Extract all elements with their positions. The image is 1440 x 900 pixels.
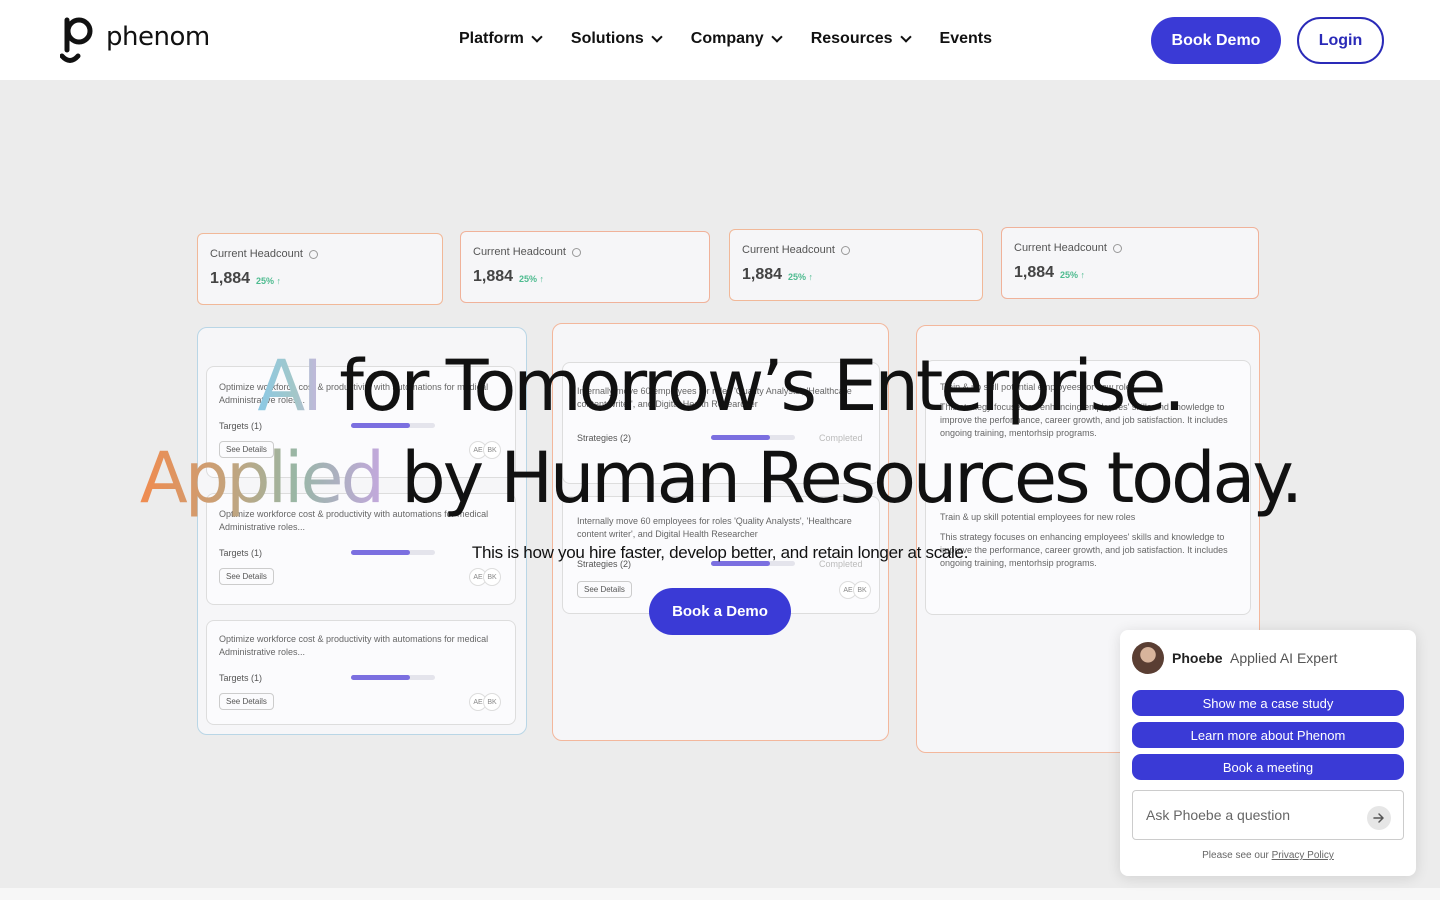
chat-agent-role: Applied AI Expert bbox=[1230, 650, 1338, 666]
chevron-down-icon bbox=[531, 31, 543, 43]
headcount-card: Current Headcount 1,884 25% ↑ bbox=[729, 229, 983, 301]
phoebe-avatar bbox=[1132, 642, 1164, 674]
chat-option-book-meeting[interactable]: Book a meeting bbox=[1132, 754, 1404, 780]
chat-option-learn-more[interactable]: Learn more about Phenom bbox=[1132, 722, 1404, 748]
target-progress bbox=[351, 675, 435, 680]
book-demo-button[interactable]: Book Demo bbox=[1151, 17, 1281, 64]
info-icon bbox=[840, 245, 850, 255]
chat-footer-text: Please see our bbox=[1202, 850, 1272, 861]
menu-company[interactable]: Company bbox=[690, 30, 783, 48]
menu-resources[interactable]: Resources bbox=[810, 30, 912, 48]
chat-option-case-study[interactable]: Show me a case study bbox=[1132, 690, 1404, 716]
chat-agent-name: Phoebe bbox=[1172, 650, 1223, 666]
avatar: BK bbox=[853, 581, 871, 599]
menu-platform[interactable]: Platform bbox=[459, 30, 543, 48]
headcount-change: 25% ↑ bbox=[519, 274, 545, 284]
avatar: BK bbox=[483, 568, 501, 586]
headline-line-2-text: by Human Resources today. bbox=[382, 437, 1303, 519]
info-icon bbox=[308, 249, 318, 259]
headcount-change: 25% ↑ bbox=[256, 276, 282, 286]
headcount-label-text: Current Headcount bbox=[1014, 242, 1107, 254]
hero-headline: AI for Tomorrow’s Enterprise. Applied by… bbox=[0, 340, 1440, 524]
target-item: Optimize workforce cost & productivity w… bbox=[206, 620, 516, 725]
headcount-value: 1,884 bbox=[210, 270, 251, 287]
headcount-label-text: Current Headcount bbox=[210, 248, 303, 260]
headline-line-1-text: for Tomorrow’s Enterprise. bbox=[319, 345, 1185, 427]
logo-text: phenom bbox=[106, 22, 210, 52]
phenom-logo-icon bbox=[60, 17, 93, 63]
chat-input-placeholder: Ask Phoebe a question bbox=[1146, 807, 1290, 823]
headcount-label: Current Headcount bbox=[742, 244, 850, 256]
headcount-change: 25% ↑ bbox=[1060, 270, 1086, 280]
assignee-avatars: AE BK bbox=[469, 568, 501, 586]
headcount-label: Current Headcount bbox=[473, 246, 581, 258]
see-details-button[interactable]: See Details bbox=[577, 581, 632, 598]
headcount-label-text: Current Headcount bbox=[473, 246, 566, 258]
headcount-value: 1,884 bbox=[742, 266, 783, 283]
info-icon bbox=[571, 247, 581, 257]
headcount-value: 1,884 bbox=[1014, 264, 1055, 281]
hero-subline: This is how you hire faster, develop bet… bbox=[471, 543, 969, 562]
see-details-button[interactable]: See Details bbox=[219, 693, 274, 710]
menu-events[interactable]: Events bbox=[940, 30, 992, 48]
headcount-card: Current Headcount 1,884 25% ↑ bbox=[1001, 227, 1259, 299]
chat-widget: Phoebe Applied AI Expert Show me a case … bbox=[1120, 630, 1416, 876]
chevron-down-icon bbox=[899, 31, 912, 43]
phenom-logo[interactable]: phenom bbox=[60, 16, 210, 64]
menu-company-label: Company bbox=[690, 30, 764, 47]
send-arrow-icon[interactable] bbox=[1367, 806, 1391, 830]
see-details-button[interactable]: See Details bbox=[219, 568, 274, 585]
headline-line-2: Applied by Human Resources today. bbox=[0, 432, 1440, 524]
menu-platform-label: Platform bbox=[459, 30, 524, 47]
top-nav: phenom Platform Solutions Company Resour… bbox=[0, 0, 1440, 80]
info-icon bbox=[1112, 243, 1122, 253]
book-a-demo-button[interactable]: Book a Demo bbox=[649, 588, 791, 635]
headcount-label: Current Headcount bbox=[1014, 242, 1122, 254]
target-description: Optimize workforce cost & productivity w… bbox=[219, 634, 489, 657]
chevron-down-icon bbox=[771, 31, 783, 43]
assignee-avatars: AE BK bbox=[839, 581, 871, 599]
chat-footer: Please see our Privacy Policy bbox=[1120, 850, 1416, 861]
page-bottom-strip bbox=[0, 888, 1440, 900]
menu-solutions[interactable]: Solutions bbox=[570, 30, 663, 48]
headcount-card: Current Headcount 1,884 25% ↑ bbox=[197, 233, 443, 305]
login-button[interactable]: Login bbox=[1297, 17, 1384, 64]
headcount-label: Current Headcount bbox=[210, 248, 318, 260]
menu-events-label: Events bbox=[939, 30, 992, 47]
headcount-label-text: Current Headcount bbox=[742, 244, 835, 256]
main-menu: Platform Solutions Company Resources Eve… bbox=[459, 30, 1022, 48]
headline-accent-applied: Applied bbox=[139, 437, 385, 519]
menu-solutions-label: Solutions bbox=[570, 30, 644, 47]
chat-question-input[interactable]: Ask Phoebe a question bbox=[1132, 790, 1404, 840]
headline-line-1: AI for Tomorrow’s Enterprise. bbox=[0, 340, 1440, 432]
headcount-change: 25% ↑ bbox=[788, 272, 814, 282]
targets-count: Targets (1) bbox=[219, 673, 263, 683]
chevron-down-icon bbox=[651, 31, 663, 43]
headcount-card: Current Headcount 1,884 25% ↑ bbox=[460, 231, 710, 303]
assignee-avatars: AE BK bbox=[469, 693, 501, 711]
headline-accent-ai: AI bbox=[257, 345, 323, 427]
avatar: BK bbox=[483, 693, 501, 711]
privacy-policy-link[interactable]: Privacy Policy bbox=[1272, 850, 1334, 861]
menu-resources-label: Resources bbox=[810, 30, 893, 47]
headcount-value: 1,884 bbox=[473, 268, 514, 285]
